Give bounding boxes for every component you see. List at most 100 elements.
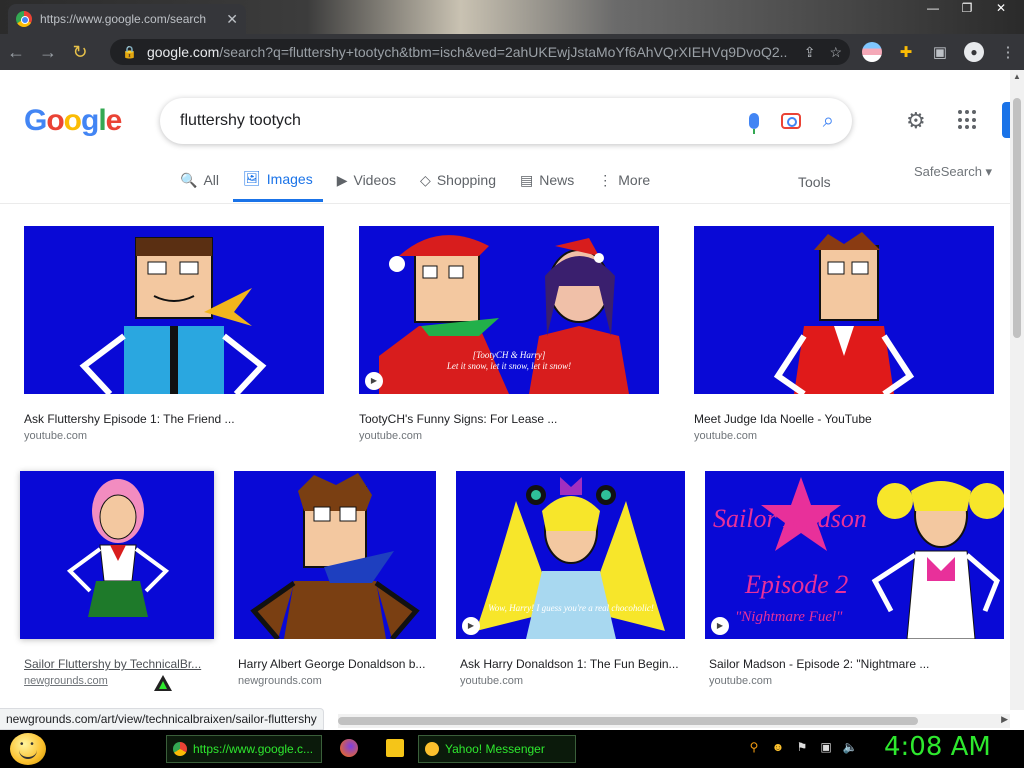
result-source[interactable]: youtube.com [359,430,422,442]
tab-more[interactable]: ⋮ More [598,170,650,202]
svg-text:Episode 2: Episode 2 [744,570,848,599]
search-icon[interactable]: ⌕ [823,110,834,133]
play-icon: ▶ [336,171,348,188]
reload-icon[interactable]: ↻ [64,36,96,68]
result-source[interactable]: youtube.com [460,675,523,687]
image-icon: 🖼 [243,170,261,186]
tab-images[interactable]: 🖼 Images [233,170,323,202]
address-url[interactable]: google.com/search?q=fluttershy+tootych&t… [147,44,787,60]
result-title[interactable]: Sailor Fluttershy by TechnicalBr... [24,657,208,671]
horizontal-scrollbar[interactable]: ▶ [338,714,1010,728]
back-icon[interactable]: ← [0,36,32,68]
image-result[interactable]: Wow, Harry! I guess you're a real chocoh… [452,467,692,687]
scroll-right-icon[interactable]: ▶ [1001,714,1008,725]
google-favicon-icon [16,11,32,27]
forward-icon[interactable]: → [32,36,64,68]
tab-videos[interactable]: ▶ Videos [337,170,396,202]
taskbar: https://www.google.c... Yahoo! Messenger… [0,730,1024,768]
start-button-smiley-icon[interactable] [10,733,46,765]
close-window-icon[interactable]: ✕ [984,0,1018,18]
firefox-icon[interactable] [340,739,358,757]
result-thumbnail[interactable] [24,226,324,394]
address-bar[interactable]: 🔒 google.com/search?q=fluttershy+tootych… [110,39,850,65]
search-input[interactable]: fluttershy tootych [180,112,301,130]
result-thumbnail[interactable] [234,471,436,639]
search-box[interactable]: fluttershy tootych ⌕ [160,98,852,144]
extension-flag-icon[interactable] [862,42,882,62]
taskbar-item-label: https://www.google.c... [193,742,314,756]
taskbar-item-chrome[interactable]: https://www.google.c... [166,735,322,763]
svg-text:"Nightmare Fuel": "Nightmare Fuel" [735,609,843,625]
result-thumbnail[interactable]: Sailor Madson Episode 2 "Nightmare Fuel"… [705,471,1004,639]
video-play-icon: ▶ [711,617,729,635]
more-vert-icon: ⋮ [598,171,613,188]
result-thumbnail[interactable] [20,471,214,639]
image-result[interactable]: Sailor Fluttershy by TechnicalBr... newg… [16,467,216,696]
search-icon: 🔍 [180,171,198,188]
vertical-scrollbar[interactable]: ▲ [1010,70,1024,710]
result-source[interactable]: youtube.com [24,430,87,442]
google-logo[interactable]: Google [24,104,122,138]
sign-in-button[interactable] [1002,102,1010,138]
settings-gear-icon[interactable]: ⚙ [906,108,926,134]
safesearch-dropdown[interactable]: SafeSearch ▾ [914,164,992,180]
result-title[interactable]: Harry Albert George Donaldson b... [238,657,432,671]
tools-button[interactable]: Tools [798,174,831,190]
image-result[interactable]: Harry Albert George Donaldson b... newgr… [230,467,440,687]
search-tray-icon[interactable]: ⚲ [746,739,762,755]
scroll-up-icon[interactable]: ▲ [1013,72,1021,81]
action-center-flag-icon[interactable]: ⚑ [794,739,810,755]
messenger-tray-icon[interactable]: ☻ [770,739,786,755]
svg-text:Sailor Madson: Sailor Madson [713,504,867,533]
bookmark-star-icon[interactable]: ☆ [829,44,842,61]
result-thumbnail[interactable] [694,226,994,394]
result-source[interactable]: youtube.com [709,675,772,687]
volume-icon[interactable]: 🔈 [842,739,858,755]
result-thumbnail[interactable]: Wow, Harry! I guess you're a real chocoh… [456,471,685,639]
taskbar-item-yahoo-messenger[interactable]: Yahoo! Messenger [418,735,576,763]
horizontal-scrollbar-thumb[interactable] [338,717,918,725]
maximize-icon[interactable]: ❐ [950,0,984,18]
result-thumbnail[interactable]: [TootyCH & Harry] Let it snow, let it sn… [359,226,659,394]
cursor-icon [150,671,176,697]
tab-shopping[interactable]: ◇ Shopping [420,170,496,202]
tab-close-icon[interactable]: ✕ [226,11,238,28]
news-icon: ▤ [520,171,534,188]
system-tray: ⚲ ☻ ⚑ ▣ 🔈 [746,739,858,755]
result-title[interactable]: Ask Fluttershy Episode 1: The Friend ... [24,412,324,426]
image-result[interactable]: Ask Fluttershy Episode 1: The Friend ...… [20,222,336,442]
result-source[interactable]: newgrounds.com [24,675,108,687]
folder-icon[interactable] [386,739,404,757]
result-title[interactable]: TootyCH's Funny Signs: For Lease ... [359,412,659,426]
search-tabs: 🔍 All 🖼 Images ▶ Videos ◇ Shopping ▤ News ⋮ Mo… [180,170,674,202]
browser-titlebar: https://www.google.com/search ✕ — ❐ ✕ [0,0,1024,34]
minimize-icon[interactable]: — [916,0,950,18]
link-status-bubble: newgrounds.com/art/view/technicalbraixen… [0,708,324,730]
image-result[interactable]: Sailor Madson Episode 2 "Nightmare Fuel"… [701,467,1010,687]
microphone-icon[interactable] [748,113,759,134]
result-source[interactable]: newgrounds.com [238,675,322,687]
tab-news[interactable]: ▤ News [520,170,574,202]
scrollbar-thumb[interactable] [1013,98,1021,338]
camera-lens-icon[interactable] [780,113,801,129]
profile-avatar-icon[interactable]: ● [964,42,984,62]
browser-tab[interactable]: https://www.google.com/search ✕ [8,4,246,34]
chrome-menu-icon[interactable]: ⋮ [998,42,1018,62]
extensions-puzzle-icon[interactable]: ✚ [896,42,916,62]
image-result[interactable]: Meet Judge Ida Noelle - YouTube youtube.… [690,222,1006,442]
result-title[interactable]: Meet Judge Ida Noelle - YouTube [694,412,994,426]
result-title[interactable]: Sailor Madson - Episode 2: "Nightmare ..… [709,657,999,671]
side-panel-icon[interactable]: ▣ [930,42,950,62]
google-apps-icon[interactable] [958,110,978,130]
window-controls: — ❐ ✕ [916,0,1018,18]
image-result[interactable]: [TootyCH & Harry] Let it snow, let it sn… [355,222,671,442]
tab-all[interactable]: 🔍 All [180,170,219,202]
taskbar-clock[interactable]: 4:08 AM [884,732,991,762]
tab-title: https://www.google.com/search [40,12,207,26]
result-title[interactable]: Ask Harry Donaldson 1: The Fun Begin... [460,657,684,671]
lock-icon[interactable]: 🔒 [122,45,137,59]
video-play-icon: ▶ [365,372,383,390]
result-source[interactable]: youtube.com [694,430,757,442]
network-icon[interactable]: ▣ [818,739,834,755]
share-icon[interactable]: ⇪ [804,44,816,61]
